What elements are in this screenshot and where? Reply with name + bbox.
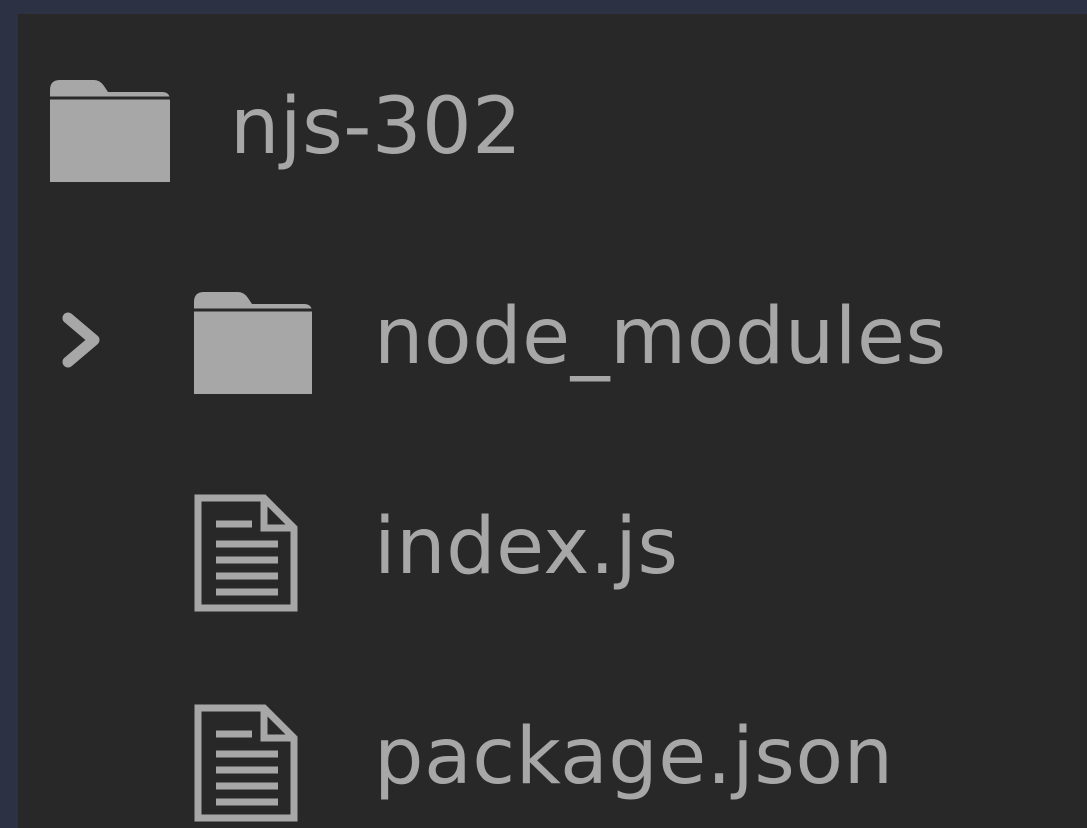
tree-item-package-json[interactable]: package.json (18, 700, 1087, 822)
file-icon (194, 704, 298, 822)
tree-item-index-js[interactable]: index.js (18, 490, 1087, 612)
tree-item-label: node_modules (374, 292, 947, 382)
file-explorer-panel: njs-302 node_modules index.js package.js… (18, 14, 1087, 828)
folder-icon (50, 80, 170, 182)
tree-item-label: package.json (374, 712, 894, 802)
file-icon (194, 494, 298, 612)
folder-icon (194, 292, 312, 394)
tree-root-label: njs-302 (230, 82, 523, 172)
tree-item-label: index.js (374, 502, 679, 592)
tree-item-node-modules[interactable]: node_modules (18, 280, 1087, 400)
tree-root-njs-302[interactable]: njs-302 (18, 70, 1087, 190)
chevron-right-icon[interactable] (60, 310, 104, 370)
